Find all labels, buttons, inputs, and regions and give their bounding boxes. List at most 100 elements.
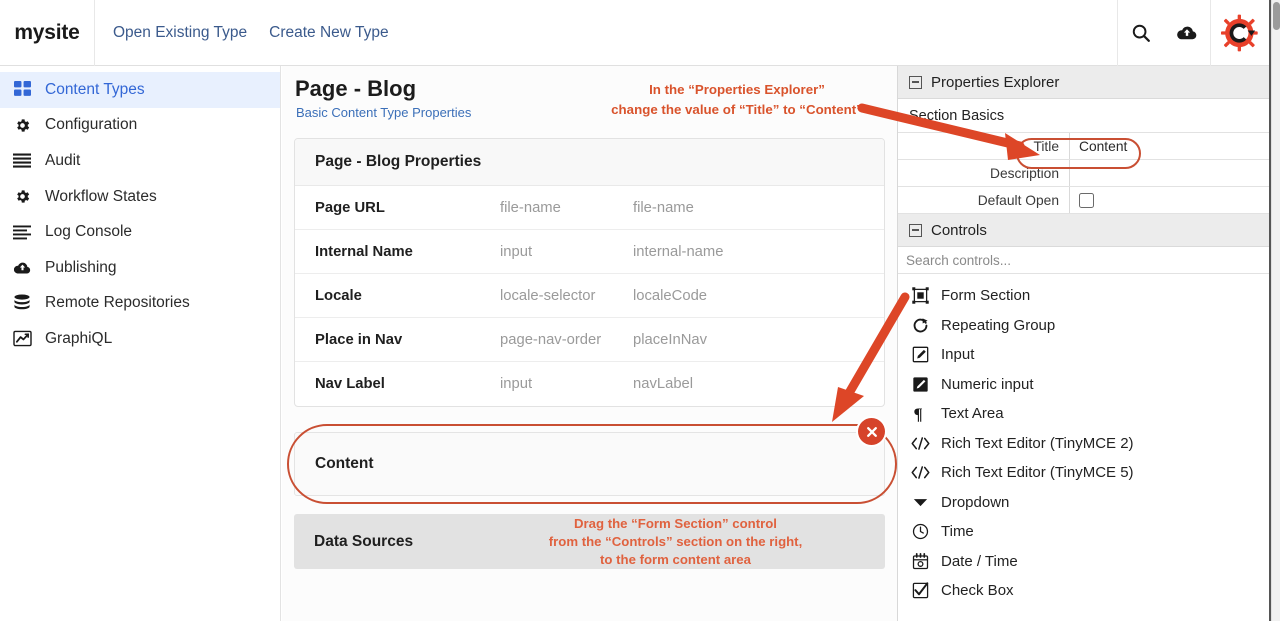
nav-open-existing-type[interactable]: Open Existing Type	[113, 24, 247, 42]
sidebar-item-graphiql[interactable]: GraphiQL	[0, 321, 280, 357]
controls-header[interactable]: Controls	[898, 214, 1271, 247]
collapse-minus-icon[interactable]	[909, 223, 922, 237]
property-row-title[interactable]: Title Content	[898, 133, 1271, 160]
sidebar-item-label: Configuration	[45, 116, 138, 134]
sidebar-item-label: Workflow States	[45, 187, 157, 205]
search-controls-placeholder: Search controls...	[906, 252, 1012, 268]
calendar-icon	[910, 552, 930, 570]
sidebar-item-audit[interactable]: Audit	[0, 143, 280, 179]
grid-icon	[11, 81, 33, 98]
properties-card-header: Page - Blog Properties	[295, 139, 884, 186]
control-item-rte-tinymce-2[interactable]: Rich Text Editor (TinyMCE 2)	[898, 429, 1271, 459]
row-label: Locale	[315, 287, 362, 304]
control-item-rte-tinymce-5[interactable]: Rich Text Editor (TinyMCE 5)	[898, 458, 1271, 488]
row-label: Nav Label	[315, 376, 385, 392]
control-item-numeric-input[interactable]: Numeric input	[898, 370, 1271, 400]
property-row-default-open[interactable]: Default Open	[898, 187, 1271, 214]
cloud-icon	[11, 259, 33, 276]
svg-text:¶: ¶	[913, 405, 922, 422]
control-item-label: Date / Time	[941, 552, 1018, 570]
table-row[interactable]: Page URL file-name file-name	[295, 186, 884, 230]
row-field: placeInNav	[633, 331, 708, 348]
nav-create-new-type[interactable]: Create New Type	[269, 24, 388, 42]
control-item-label: Rich Text Editor (TinyMCE 5)	[941, 464, 1134, 482]
properties-card: Page - Blog Properties Page URL file-nam…	[294, 138, 885, 407]
brand-logo[interactable]: mysite	[0, 0, 95, 66]
gear-icon	[11, 117, 33, 134]
form-section-icon	[910, 287, 930, 304]
property-value-default-open[interactable]	[1070, 187, 1271, 213]
control-item-date-time[interactable]: Date / Time	[898, 547, 1271, 577]
search-button[interactable]	[1118, 0, 1164, 66]
property-value-title[interactable]: Content	[1070, 133, 1271, 159]
control-item-time[interactable]: Time	[898, 517, 1271, 547]
page-scrollbar[interactable]	[1271, 0, 1280, 621]
property-row-description[interactable]: Description	[898, 160, 1271, 187]
row-control: file-name	[500, 199, 561, 216]
sidebar-item-label: Content Types	[45, 80, 145, 98]
table-row[interactable]: Nav Label input navLabel	[295, 362, 884, 406]
sidebar-item-configuration[interactable]: Configuration	[0, 108, 280, 144]
sidebar-item-label: Log Console	[45, 223, 133, 241]
row-control: page-nav-order	[500, 331, 602, 348]
control-item-input[interactable]: Input	[898, 340, 1271, 370]
row-field: localeCode	[633, 287, 708, 304]
remove-section-button[interactable]	[858, 418, 885, 445]
control-item-dropdown[interactable]: Dropdown	[898, 488, 1271, 518]
top-navigation: Open Existing Type Create New Type	[95, 24, 389, 42]
code-icon	[910, 465, 930, 480]
close-icon	[866, 426, 877, 437]
crafter-gear-logo-icon	[1221, 14, 1258, 51]
app-root: mysite Open Existing Type Create New Typ…	[0, 0, 1280, 621]
publish-button[interactable]	[1164, 0, 1210, 66]
control-item-label: Rich Text Editor (TinyMCE 2)	[941, 434, 1134, 452]
crafter-logo-button[interactable]	[1211, 0, 1271, 66]
top-bar-actions	[1117, 0, 1271, 66]
sidebar-item-publishing[interactable]: Publishing	[0, 250, 280, 286]
main-content: Page - Blog Basic Content Type Propertie…	[282, 66, 897, 621]
row-field: file-name	[633, 199, 694, 216]
controls-title: Controls	[931, 221, 987, 239]
properties-explorer-title: Properties Explorer	[931, 73, 1060, 91]
repeat-icon	[910, 317, 930, 334]
sidebar-item-log-console[interactable]: Log Console	[0, 214, 280, 250]
clock-icon	[910, 523, 930, 540]
default-open-checkbox[interactable]	[1079, 192, 1094, 208]
input-pencil-icon	[910, 346, 930, 363]
annotation-properties-explorer: In the “Properties Explorer” change the …	[592, 80, 882, 120]
scrollbar-thumb[interactable]	[1273, 2, 1280, 30]
search-controls-input[interactable]: Search controls...	[898, 247, 1271, 274]
right-panel: Properties Explorer Section Basics Title…	[897, 66, 1271, 621]
row-control: locale-selector	[500, 287, 596, 304]
row-field: internal-name	[633, 243, 724, 260]
property-value-description[interactable]	[1070, 160, 1271, 186]
control-item-text-area[interactable]: ¶ Text Area	[898, 399, 1271, 429]
chevron-down-icon	[910, 497, 930, 508]
sidebar-item-content-types[interactable]: Content Types	[0, 72, 280, 108]
form-section-label: Content	[315, 455, 374, 472]
annotation-line-1: In the “Properties Explorer”	[649, 82, 825, 97]
row-field: navLabel	[633, 376, 694, 392]
annotation-line-1: Drag the “Form Section” control	[574, 515, 777, 531]
row-label: Internal Name	[315, 243, 413, 260]
table-row[interactable]: Locale locale-selector localeCode	[295, 274, 884, 318]
properties-explorer-header[interactable]: Properties Explorer	[898, 66, 1271, 99]
gear-icon	[11, 188, 33, 205]
annotation-drag-form-section: Drag the “Form Section” control from the…	[484, 515, 885, 569]
checkbox-icon	[910, 582, 930, 599]
table-row[interactable]: Place in Nav page-nav-order placeInNav	[295, 318, 884, 362]
form-section-content[interactable]: Content	[294, 432, 885, 496]
sidebar-item-label: Publishing	[45, 258, 117, 276]
data-sources-label: Data Sources	[314, 532, 414, 550]
table-row[interactable]: Internal Name input internal-name	[295, 230, 884, 274]
control-item-form-section[interactable]: Form Section	[898, 281, 1271, 311]
collapse-minus-icon[interactable]	[909, 75, 922, 89]
sidebar-item-remote-repositories[interactable]: Remote Repositories	[0, 286, 280, 322]
data-sources-section[interactable]: Data Sources Drag the “Form Section” con…	[294, 514, 885, 569]
row-control: input	[500, 243, 533, 260]
row-label: Place in Nav	[315, 331, 403, 348]
database-icon	[11, 294, 33, 312]
sidebar-item-workflow-states[interactable]: Workflow States	[0, 179, 280, 215]
control-item-repeating-group[interactable]: Repeating Group	[898, 311, 1271, 341]
control-item-check-box[interactable]: Check Box	[898, 576, 1271, 606]
